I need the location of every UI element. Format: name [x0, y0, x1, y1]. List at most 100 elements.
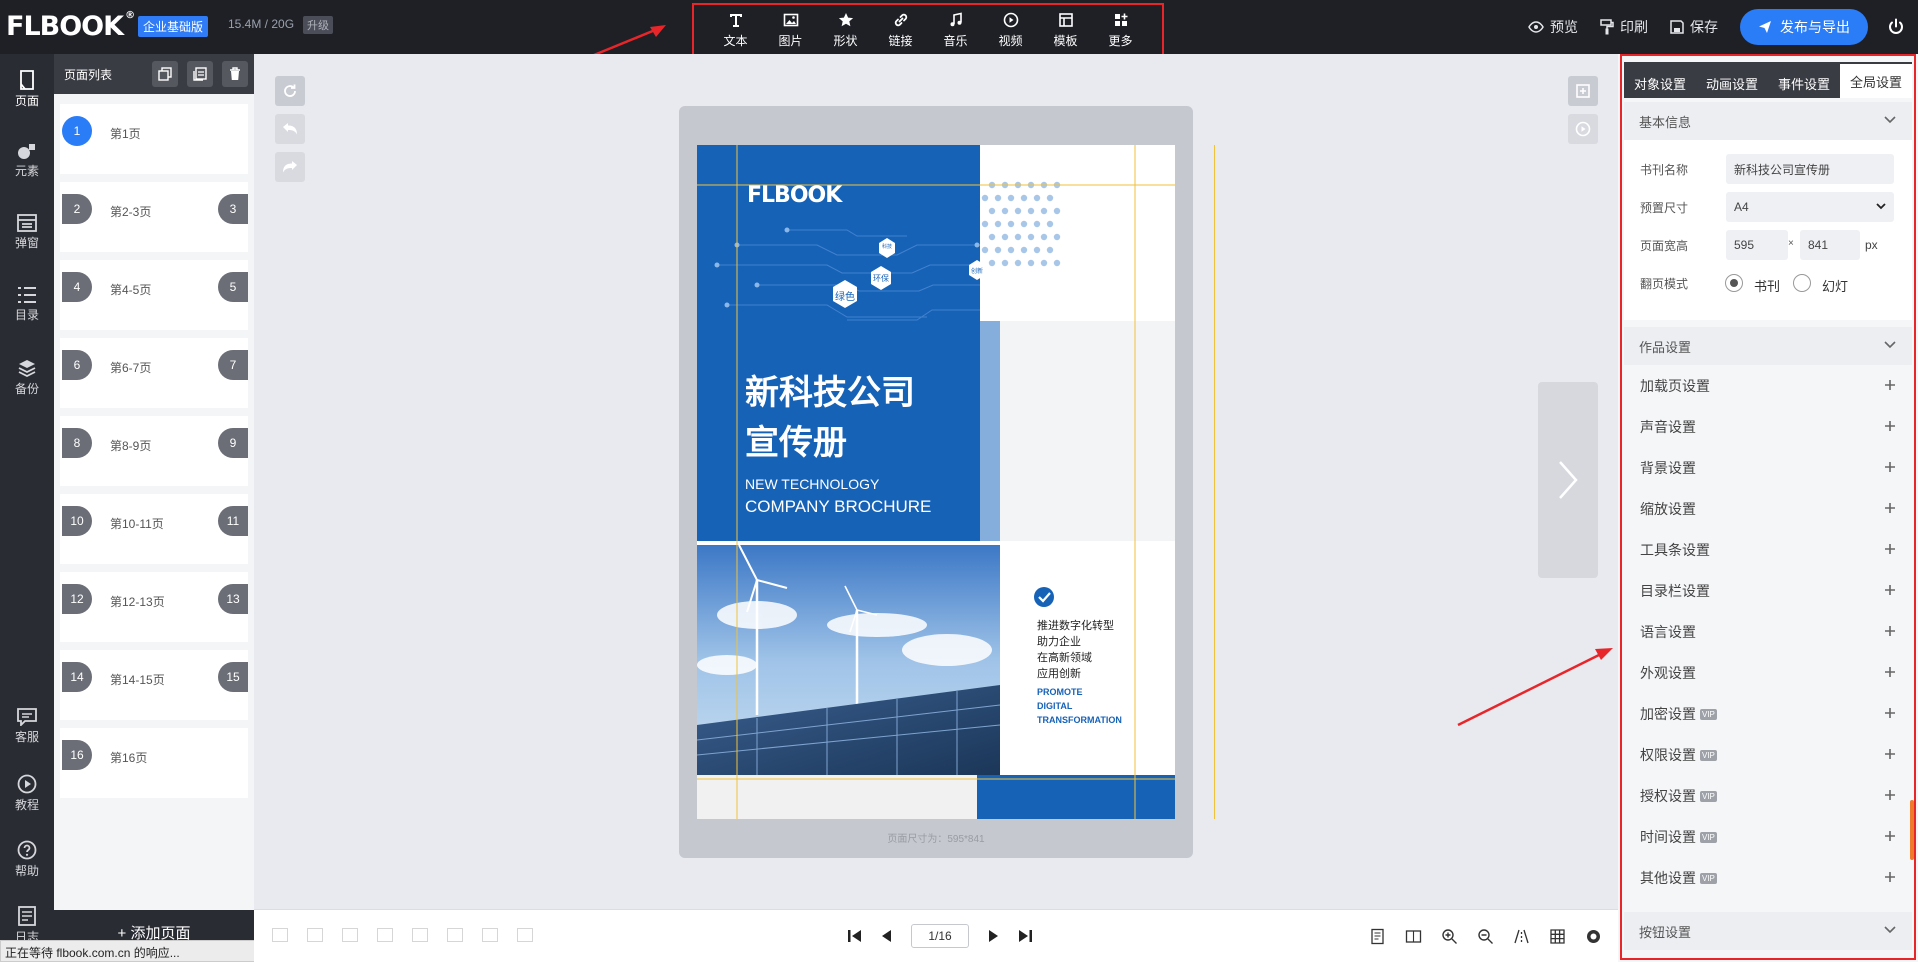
redo-button[interactable] [275, 152, 305, 182]
nav-page[interactable]: 页面 [0, 70, 54, 109]
next-page-icon[interactable] [984, 927, 1002, 945]
setting-row[interactable]: 加载页设置 [1624, 366, 1912, 406]
preset-size-select[interactable]: A4 [1726, 192, 1894, 222]
nav-element[interactable]: 元素 [0, 142, 54, 179]
setting-row[interactable]: 语言设置 [1624, 612, 1912, 652]
delete-page-button[interactable] [222, 61, 248, 87]
page-height-input[interactable]: 841 [1800, 230, 1860, 260]
last-page-icon[interactable] [1016, 927, 1034, 945]
page-item-16[interactable]: 16 第16页 [60, 728, 248, 798]
fullscreen-icon[interactable] [1585, 928, 1602, 945]
page-width-input[interactable]: 595 [1726, 230, 1788, 260]
preview-button[interactable]: 预览 [1528, 17, 1578, 37]
nav-backup[interactable]: 备份 [0, 358, 54, 397]
tab-animation-settings[interactable]: 动画设置 [1696, 68, 1768, 98]
log-icon [18, 906, 36, 926]
radio-slide-mode[interactable] [1793, 274, 1811, 292]
preview-label: 预览 [1550, 19, 1578, 35]
setting-row[interactable]: 加密设置 VIP [1624, 694, 1912, 734]
page-item-6-7[interactable]: 6 第6-7页 7 [60, 338, 248, 408]
setting-row[interactable]: 权限设置 VIP [1624, 735, 1912, 775]
zoom-out-icon[interactable] [1477, 928, 1494, 945]
setting-row[interactable]: 背景设置 [1624, 448, 1912, 488]
distribute-h-icon[interactable] [482, 928, 498, 942]
tool-more[interactable]: 更多 [1099, 12, 1143, 49]
page-item-14-15[interactable]: 14 第14-15页 15 [60, 650, 248, 720]
nav-tutorial[interactable]: 教程 [0, 774, 54, 813]
section-work-settings[interactable]: 作品设置 [1624, 327, 1912, 365]
tab-object-settings[interactable]: 对象设置 [1624, 68, 1696, 98]
first-page-icon[interactable] [846, 927, 864, 945]
setting-row[interactable]: 缩放设置 [1624, 489, 1912, 529]
page-icon [20, 70, 34, 90]
page-item-4-5[interactable]: 4 第4-5页 5 [60, 260, 248, 330]
print-button[interactable]: 印刷 [1600, 17, 1648, 37]
page-number-badge-right: 3 [218, 194, 248, 224]
page-item-8-9[interactable]: 8 第8-9页 9 [60, 416, 248, 486]
tool-video[interactable]: 视频 [989, 12, 1033, 49]
upgrade-button[interactable]: 升级 [303, 16, 333, 34]
distribute-v-icon[interactable] [517, 928, 533, 942]
setting-row[interactable]: 声音设置 [1624, 407, 1912, 447]
book-name-input[interactable]: 新科技公司宣传册 [1726, 154, 1894, 184]
nav-help[interactable]: 帮助 [0, 840, 54, 879]
nav-service[interactable]: 客服 [0, 708, 54, 745]
setting-row[interactable]: 工具条设置 [1624, 530, 1912, 570]
single-page-view-icon[interactable] [1369, 928, 1386, 945]
align-center-icon[interactable] [307, 928, 323, 942]
undo-button[interactable] [275, 114, 305, 144]
vip-badge: VIP [1700, 708, 1717, 720]
prev-page-icon[interactable] [878, 927, 896, 945]
add-page-side-button[interactable] [1568, 76, 1598, 106]
left-nav: 页面 元素 弹窗 目录 备份 客服 教程 帮助 日志 [0, 54, 54, 962]
setting-row[interactable]: 时间设置 VIP [1624, 817, 1912, 857]
section-basic-info[interactable]: 基本信息 [1624, 102, 1912, 140]
align-right-icon[interactable] [342, 928, 358, 942]
section-button-settings[interactable]: 按钮设置 [1624, 912, 1912, 950]
grid-icon[interactable] [1549, 928, 1566, 945]
zoom-in-icon[interactable] [1441, 928, 1458, 945]
tab-global-settings[interactable]: 全局设置 [1840, 64, 1912, 98]
spread-view-icon[interactable] [1405, 928, 1422, 945]
tab-event-settings[interactable]: 事件设置 [1768, 68, 1840, 98]
tool-link[interactable]: 链接 [879, 12, 923, 49]
align-middle-icon[interactable] [412, 928, 428, 942]
tool-text[interactable]: 文本 [714, 12, 758, 49]
page-item-12-13[interactable]: 12 第12-13页 13 [60, 572, 248, 642]
align-left-icon[interactable] [272, 928, 288, 942]
page-item-2-3[interactable]: 2 第2-3页 3 [60, 182, 248, 252]
tool-template[interactable]: 模板 [1044, 12, 1088, 49]
decor-dot [994, 194, 1002, 202]
align-top-icon[interactable] [377, 928, 393, 942]
scrollbar-thumb[interactable] [1910, 800, 1914, 860]
tool-music[interactable]: 音乐 [934, 12, 978, 49]
page-number-input[interactable]: 1/16 [911, 924, 969, 948]
decor-dot [1046, 220, 1054, 228]
decor-dot [1040, 233, 1048, 241]
page-item-10-11[interactable]: 10 第10-11页 11 [60, 494, 248, 564]
tool-shape[interactable]: 形状 [824, 12, 868, 49]
page-item-1[interactable]: 1 第1页 [60, 104, 248, 174]
play-preview-button[interactable] [1568, 114, 1598, 144]
decor-dot [1046, 246, 1054, 254]
copy-page-button[interactable] [152, 61, 178, 87]
setting-row[interactable]: 其他设置 VIP [1624, 858, 1912, 898]
page-canvas[interactable]: FLBOOK 科技 环保 创新 绿色 新科技公司 宣传册 NEW TECHNOL… [697, 145, 1175, 819]
next-page-button[interactable] [1538, 382, 1598, 578]
publish-export-button[interactable]: 发布与导出 [1740, 9, 1868, 45]
align-bottom-icon[interactable] [447, 928, 463, 942]
save-button[interactable]: 保存 [1670, 17, 1718, 37]
power-icon[interactable] [1886, 17, 1906, 37]
tool-image[interactable]: 图片 [769, 12, 813, 49]
setting-row[interactable]: 外观设置 [1624, 653, 1912, 693]
nav-toc[interactable]: 目录 [0, 286, 54, 323]
setting-row[interactable]: 授权设置 VIP [1624, 776, 1912, 816]
nav-popup[interactable]: 弹窗 [0, 214, 54, 251]
reset-view-button[interactable] [275, 76, 305, 106]
duplicate-page-button[interactable] [187, 61, 213, 87]
app-logo[interactable]: FLBOOK ® [6, 8, 135, 44]
guides-icon[interactable] [1513, 928, 1530, 945]
setting-row[interactable]: 目录栏设置 [1624, 571, 1912, 611]
radio-book-mode[interactable] [1725, 274, 1743, 292]
chevron-down-icon [1884, 926, 1896, 934]
